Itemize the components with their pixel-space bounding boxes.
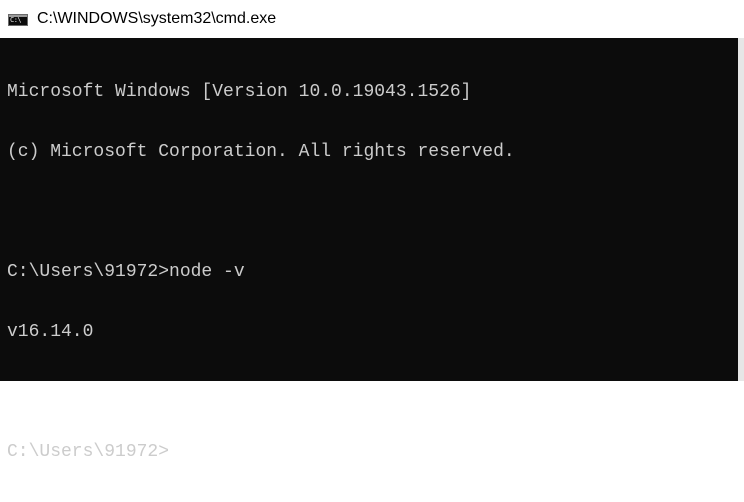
console-output: Microsoft Windows [Version 10.0.19043.15… bbox=[7, 42, 515, 502]
console-line-command: C:\Users\91972>node -v bbox=[7, 262, 245, 282]
window-right-edge bbox=[738, 38, 744, 381]
cmd-window: C:\ C:\WINDOWS\system32\cmd.exe Microsof… bbox=[0, 0, 744, 462]
cmd-console-icon[interactable]: C:\ bbox=[8, 14, 28, 26]
console-line-version: Microsoft Windows [Version 10.0.19043.15… bbox=[7, 82, 472, 102]
console-prompt[interactable]: C:\Users\91972> bbox=[7, 442, 515, 462]
console-line-blank bbox=[7, 382, 515, 402]
title-bar[interactable]: C:\ C:\WINDOWS\system32\cmd.exe bbox=[0, 0, 744, 38]
console-area[interactable]: Microsoft Windows [Version 10.0.19043.15… bbox=[0, 38, 744, 462]
console-line-output: v16.14.0 bbox=[7, 322, 94, 342]
console-line-copyright: (c) Microsoft Corporation. All rights re… bbox=[7, 142, 515, 162]
icon-prompt-glyph: C:\ bbox=[10, 16, 22, 24]
console-line-blank bbox=[7, 202, 515, 222]
window-title: C:\WINDOWS\system32\cmd.exe bbox=[37, 10, 277, 27]
